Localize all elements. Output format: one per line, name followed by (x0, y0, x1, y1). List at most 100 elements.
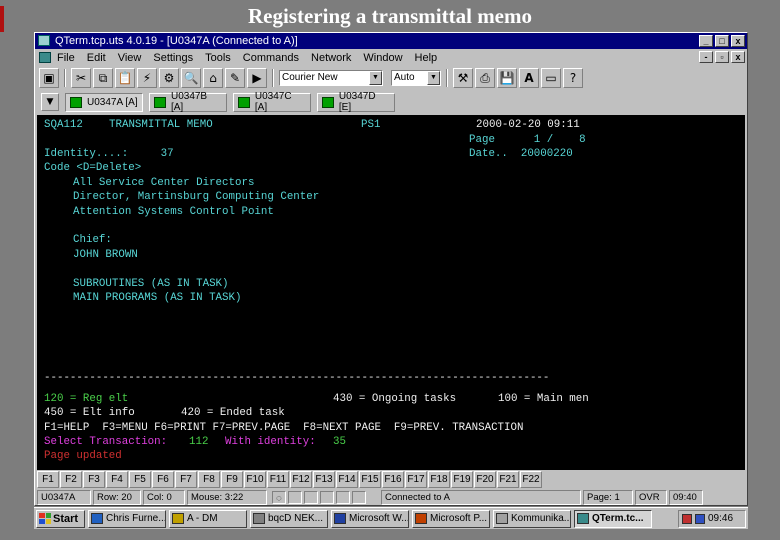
app-icon (253, 513, 265, 524)
f3-key[interactable]: F3 (83, 471, 105, 488)
menu-tools[interactable]: Tools (205, 52, 231, 64)
chevron-down-icon[interactable]: ▼ (369, 71, 382, 85)
play-icon[interactable]: ▶ (247, 68, 267, 88)
session-bar: ▼ U0347A [A] U0347B [A] U0347C [A] U0347… (35, 90, 747, 114)
f14-key[interactable]: F14 (336, 471, 358, 488)
f20-key[interactable]: F20 (474, 471, 496, 488)
f19-key[interactable]: F19 (451, 471, 473, 488)
powerpoint-icon (415, 513, 427, 524)
menu-commands[interactable]: Commands (243, 52, 299, 64)
session-icon (70, 96, 82, 108)
menu-view[interactable]: View (118, 52, 142, 64)
f1-key[interactable]: F1 (37, 471, 59, 488)
new-session-icon[interactable]: ▣ (39, 68, 59, 88)
session-tab-u0347a[interactable]: U0347A [A] (65, 92, 143, 112)
font-select[interactable]: Courier New ▼ (279, 70, 383, 86)
menu-edit[interactable]: Edit (87, 52, 106, 64)
f21-key[interactable]: F21 (497, 471, 519, 488)
f15-key[interactable]: F15 (359, 471, 381, 488)
session-icon (238, 96, 250, 108)
f10-key[interactable]: F10 (244, 471, 266, 488)
session-tab-label: U0347A [A] (87, 96, 138, 108)
select-transaction-input[interactable]: 112 (189, 435, 208, 450)
mdi-close-button[interactable]: x (731, 51, 745, 63)
macro-icon[interactable]: ⚙ (159, 68, 179, 88)
minimize-button[interactable]: _ (699, 35, 713, 47)
f13-key[interactable]: F13 (313, 471, 335, 488)
f7-key[interactable]: F7 (175, 471, 197, 488)
chevron-down-icon[interactable]: ▼ (41, 93, 59, 111)
start-button[interactable]: Start (36, 509, 85, 528)
f6-key[interactable]: F6 (152, 471, 174, 488)
edit-icon[interactable]: ✎ (225, 68, 245, 88)
f8-key[interactable]: F8 (198, 471, 220, 488)
f2-key[interactable]: F2 (60, 471, 82, 488)
document-icon[interactable] (39, 52, 51, 63)
clock[interactable]: 09:46 (708, 511, 733, 527)
f18-key[interactable]: F18 (428, 471, 450, 488)
window-icon[interactable]: ▭ (541, 68, 561, 88)
f16-key[interactable]: F16 (382, 471, 404, 488)
chevron-down-icon[interactable]: ▼ (427, 71, 440, 85)
find-icon[interactable]: 🔍 (181, 68, 201, 88)
with-identity-input[interactable]: 35 (333, 435, 346, 450)
toolbar-separator (446, 69, 448, 87)
title-bar[interactable]: QTerm.tcp.uts 4.0.19 - [U0347A (Connecte… (35, 33, 747, 49)
font-icon[interactable]: A (519, 68, 539, 88)
copy-icon[interactable]: ⧉ (93, 68, 113, 88)
system-tray: 09:46 (678, 509, 746, 528)
code-field[interactable]: Code <D=Delete> (44, 161, 141, 176)
ps-label: PS1 (361, 119, 381, 131)
taskbar-item[interactable]: Microsoft W... (331, 509, 409, 528)
close-button[interactable]: x (731, 35, 745, 47)
taskbar-item[interactable]: bqcD NEK... (250, 509, 328, 528)
paste-icon[interactable]: 📋 (115, 68, 135, 88)
run-icon[interactable]: ⚡ (137, 68, 157, 88)
status-col: Col: 0 (143, 490, 185, 505)
f22-key[interactable]: F22 (520, 471, 542, 488)
cut-icon[interactable]: ✂ (71, 68, 91, 88)
f12-key[interactable]: F12 (290, 471, 312, 488)
taskbar-item[interactable]: Chris Furne... (88, 509, 166, 528)
screen-divider: ----------------------------------------… (44, 372, 550, 384)
save-icon[interactable]: 💾 (497, 68, 517, 88)
taskbar-item[interactable]: Microsoft P... (412, 509, 490, 528)
legend-main-menu: 100 = Main men (498, 393, 589, 405)
menu-help[interactable]: Help (415, 52, 438, 64)
taskbar-item[interactable]: Kommunika... (493, 509, 571, 528)
session-tab-u0347c[interactable]: U0347C [A] (233, 91, 311, 113)
help-icon[interactable]: ? (563, 68, 583, 88)
menu-window[interactable]: Window (363, 52, 402, 64)
bank-icon[interactable]: ⌂ (203, 68, 223, 88)
taskbar-item[interactable]: A - DM (169, 509, 247, 528)
legend-ended-task: 420 = Ended task (181, 407, 285, 419)
status-page: Page: 1 (583, 490, 633, 505)
terminal-screen[interactable]: SQA112 TRANSMITTAL MEMO PS1 2000-02-20 0… (37, 115, 745, 470)
f17-key[interactable]: F17 (405, 471, 427, 488)
taskbar-item-qterm[interactable]: QTerm.tc... (574, 509, 652, 528)
qterm-app-icon[interactable] (38, 35, 50, 46)
menu-network[interactable]: Network (311, 52, 351, 64)
taskbar-item-label: Microsoft P... (430, 512, 488, 524)
session-tab-u0347b[interactable]: U0347B [A] (149, 91, 227, 113)
tray-icon[interactable] (695, 513, 705, 524)
f9-key[interactable]: F9 (221, 471, 243, 488)
tools-icon[interactable]: ⚒ (453, 68, 473, 88)
memo-item: SUBROUTINES (AS IN TASK) (73, 278, 229, 290)
size-select[interactable]: Auto ▼ (391, 70, 441, 86)
app-icon (496, 513, 508, 524)
screen-title: TRANSMITTAL MEMO (109, 119, 213, 131)
f11-key[interactable]: F11 (267, 471, 289, 488)
mdi-restore-button[interactable]: ▫ (715, 51, 729, 63)
identity-field[interactable]: Identity....: 37 (44, 147, 174, 162)
f4-key[interactable]: F4 (106, 471, 128, 488)
status-bar: U0347A Row: 20 Col: 0 Mouse: 3:22 ◌ Conn… (37, 490, 747, 505)
mdi-minimize-button[interactable]: - (699, 51, 713, 63)
menu-file[interactable]: File (57, 52, 75, 64)
print-icon[interactable]: ⎙ (475, 68, 495, 88)
tray-icon[interactable] (682, 513, 692, 524)
menu-settings[interactable]: Settings (153, 52, 193, 64)
f5-key[interactable]: F5 (129, 471, 151, 488)
maximize-button[interactable]: □ (715, 35, 729, 47)
session-tab-u0347d[interactable]: U0347D [E] (317, 91, 395, 113)
